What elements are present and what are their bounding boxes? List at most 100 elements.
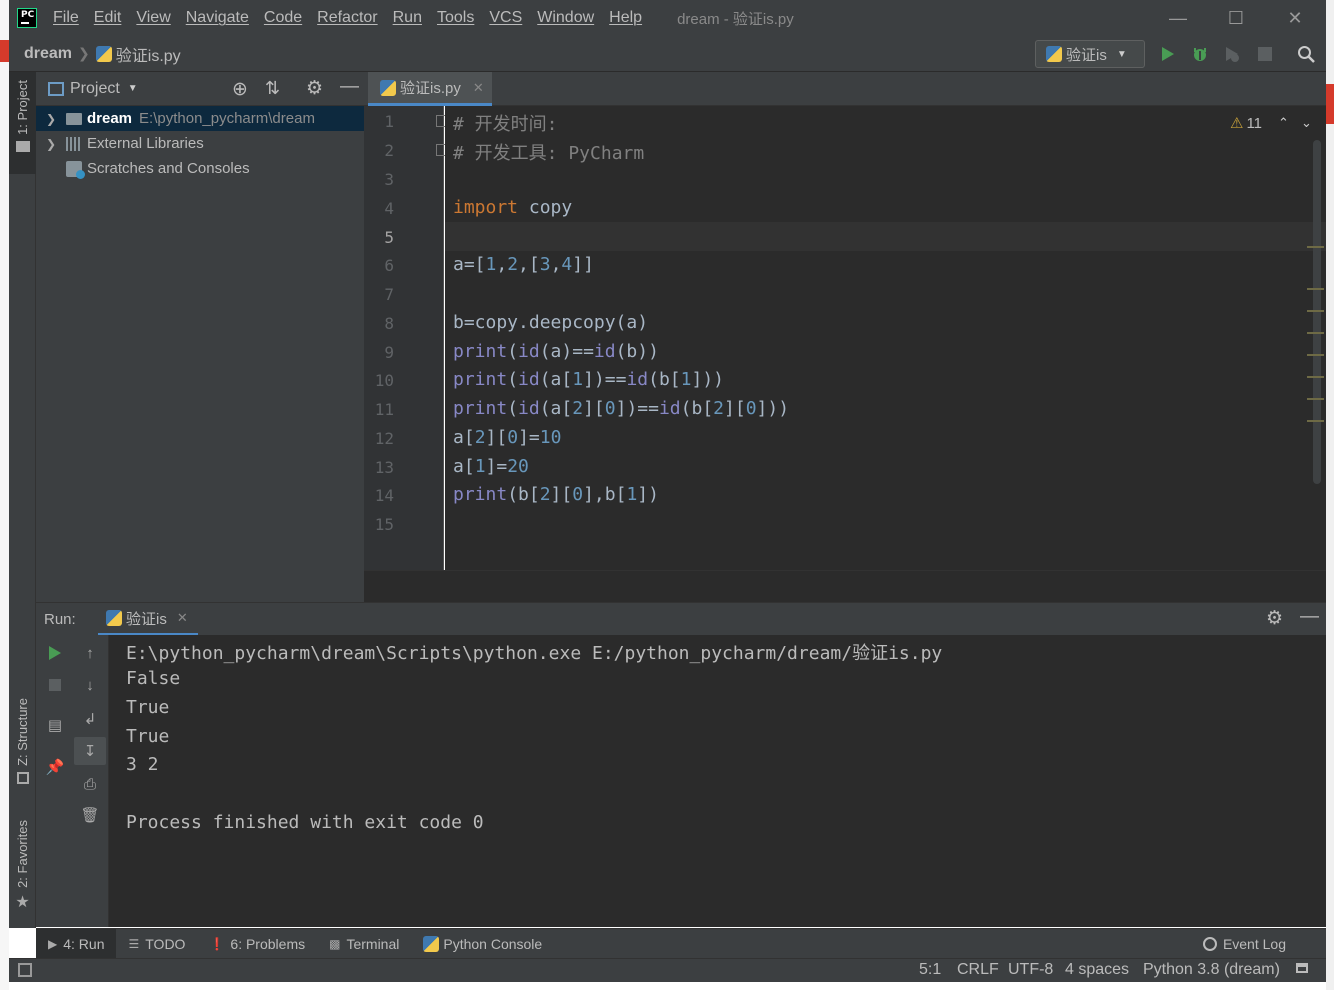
- locate-file-icon[interactable]: ⊕: [232, 78, 248, 101]
- line-number: 7: [384, 285, 394, 304]
- terminal-icon: ▩: [329, 936, 341, 951]
- editor-scrollbar[interactable]: [1313, 140, 1321, 484]
- pin-icon[interactable]: 📌: [45, 757, 65, 777]
- menu-code[interactable]: Code: [264, 9, 302, 27]
- arrow-up-icon[interactable]: ↑: [80, 643, 100, 663]
- python-interpreter[interactable]: Python 3.8 (dream): [1143, 961, 1280, 979]
- line-separator[interactable]: CRLF: [957, 961, 999, 979]
- stop-icon[interactable]: [45, 675, 65, 695]
- minimize-icon[interactable]: —: [1149, 0, 1207, 36]
- project-panel-title[interactable]: Project: [70, 80, 120, 98]
- project-panel: Project ▼ ⊕ ⇅ ⚙ — ❯ dream E:\python_pych…: [36, 72, 364, 602]
- line-number: 9: [384, 343, 394, 362]
- print-icon[interactable]: ⎙: [80, 774, 100, 794]
- trash-icon[interactable]: 🗑: [80, 805, 100, 825]
- maximize-icon[interactable]: ☐: [1207, 0, 1265, 36]
- hide-panel-icon[interactable]: —: [1300, 606, 1319, 628]
- tab-run[interactable]: ▶ 4: Run: [36, 928, 117, 959]
- editor-tab-file[interactable]: 验证is.py ✕: [368, 72, 492, 106]
- tab-run-label: 4: Run: [63, 935, 105, 952]
- star-icon: ★: [15, 893, 30, 911]
- event-log-button[interactable]: Event Log: [1202, 929, 1286, 959]
- close-icon[interactable]: ✕: [1266, 0, 1324, 36]
- warning-count: 11: [1246, 114, 1263, 132]
- code-editor[interactable]: # 开发时间: # 开发工具: PyCharm import copy a=[1…: [445, 106, 1326, 570]
- layout-icon[interactable]: ▤: [45, 715, 65, 735]
- line-number: 8: [384, 314, 394, 333]
- menu-help[interactable]: Help: [609, 9, 642, 27]
- editor-tab-label: 验证is.py: [400, 80, 461, 97]
- tab-python-console-label: Python Console: [443, 935, 543, 952]
- tree-item-external-libraries[interactable]: ❯ External Libraries: [36, 131, 364, 156]
- tree-item-dream-label: dream: [87, 110, 133, 127]
- search-icon[interactable]: [1296, 44, 1316, 64]
- run-configuration-select[interactable]: 验证is ▼: [1035, 40, 1145, 68]
- code-line: a[2][0]=10: [453, 427, 562, 448]
- run-console[interactable]: E:\python_pycharm\dream\Scripts\python.e…: [109, 635, 1326, 927]
- file-encoding[interactable]: UTF-8: [1008, 961, 1053, 979]
- tab-python-console[interactable]: Python Console: [411, 929, 554, 959]
- tab-structure[interactable]: Z: Structure: [9, 698, 36, 784]
- tab-favorites[interactable]: 2: Favorites ★: [9, 820, 36, 912]
- arrow-down-icon[interactable]: ↓: [80, 675, 100, 695]
- title-bar: PC File Edit View Navigate Code Refactor…: [9, 0, 1326, 36]
- menu-file[interactable]: File: [53, 9, 79, 27]
- breadcrumb-file[interactable]: 验证is.py: [116, 42, 181, 66]
- tab-problems[interactable]: ❗ 6: Problems: [197, 929, 317, 959]
- code-line: print(id(a[2][0])==id(b[2][0])): [453, 398, 790, 419]
- run-icon[interactable]: [1158, 44, 1178, 64]
- lock-icon[interactable]: [1296, 963, 1308, 973]
- editor-footer: [364, 570, 1326, 602]
- soft-wrap-icon[interactable]: ↲: [80, 709, 100, 729]
- gear-icon[interactable]: ⚙: [1266, 607, 1283, 630]
- close-tab-icon[interactable]: ✕: [177, 610, 188, 626]
- tab-terminal[interactable]: ▩ Terminal: [317, 929, 411, 959]
- indent-setting[interactable]: 4 spaces: [1065, 961, 1129, 979]
- chevron-right-icon[interactable]: ❯: [46, 137, 60, 151]
- navigation-bar: dream ❯ 验证is.py 验证is ▼: [9, 36, 1326, 72]
- hide-panel-icon[interactable]: —: [340, 76, 359, 98]
- tree-item-scratches[interactable]: Scratches and Consoles: [36, 156, 364, 181]
- breadcrumb-project[interactable]: dream: [24, 45, 72, 63]
- menu-edit[interactable]: Edit: [94, 9, 122, 27]
- coverage-icon[interactable]: [1222, 44, 1242, 64]
- menu-tools[interactable]: Tools: [437, 9, 474, 27]
- tab-project-label: 1: Project: [15, 80, 30, 135]
- tab-todo-label: TODO: [145, 935, 186, 952]
- close-tab-icon[interactable]: ✕: [473, 80, 484, 96]
- inspection-widget[interactable]: ⚠ 11 ⌃ ⌄: [1230, 114, 1312, 133]
- line-number: 14: [374, 486, 394, 505]
- menu-vcs[interactable]: VCS: [489, 9, 522, 27]
- menu-navigate[interactable]: Navigate: [186, 9, 249, 27]
- debug-icon[interactable]: [1190, 44, 1210, 64]
- list-icon: ☰: [128, 936, 140, 951]
- python-icon: [1046, 46, 1062, 62]
- python-file-icon: [380, 79, 396, 96]
- tab-todo[interactable]: ☰ TODO: [116, 929, 197, 959]
- menu-bar: File Edit View Navigate Code Refactor Ru…: [53, 9, 657, 27]
- tab-project[interactable]: 1: Project: [9, 72, 36, 174]
- run-tab[interactable]: 验证is ✕: [98, 603, 198, 636]
- tab-favorites-label: 2: Favorites: [15, 820, 30, 888]
- gear-icon[interactable]: ⚙: [306, 77, 323, 100]
- stop-icon[interactable]: [1255, 44, 1275, 64]
- run-tab-label: 验证is: [126, 610, 167, 628]
- run-panel-label: Run:: [44, 611, 76, 628]
- rerun-icon[interactable]: [45, 643, 65, 663]
- chevron-down-icon[interactable]: ▼: [128, 83, 138, 94]
- scroll-to-end-icon[interactable]: ↧: [74, 737, 106, 765]
- chevron-up-icon[interactable]: ⌃: [1278, 115, 1289, 131]
- menu-window[interactable]: Window: [537, 9, 594, 27]
- collapse-all-icon[interactable]: ⇅: [265, 78, 280, 99]
- cursor-position[interactable]: 5:1: [919, 961, 941, 979]
- menu-view[interactable]: View: [136, 9, 170, 27]
- chevron-right-icon[interactable]: ❯: [46, 112, 60, 126]
- run-toolbar: ↑ ↓ ▤ ↲ ↧ 📌 ⎙ 🗑: [36, 635, 109, 927]
- menu-run[interactable]: Run: [393, 9, 422, 27]
- chevron-down-icon[interactable]: ⌄: [1301, 115, 1312, 131]
- line-number: 12: [374, 429, 394, 448]
- tree-item-dream[interactable]: ❯ dream E:\python_pycharm\dream: [36, 106, 364, 131]
- menu-refactor[interactable]: Refactor: [317, 9, 377, 27]
- toggle-tool-windows-icon[interactable]: [18, 963, 32, 977]
- background-window-accent-right: [1326, 84, 1334, 124]
